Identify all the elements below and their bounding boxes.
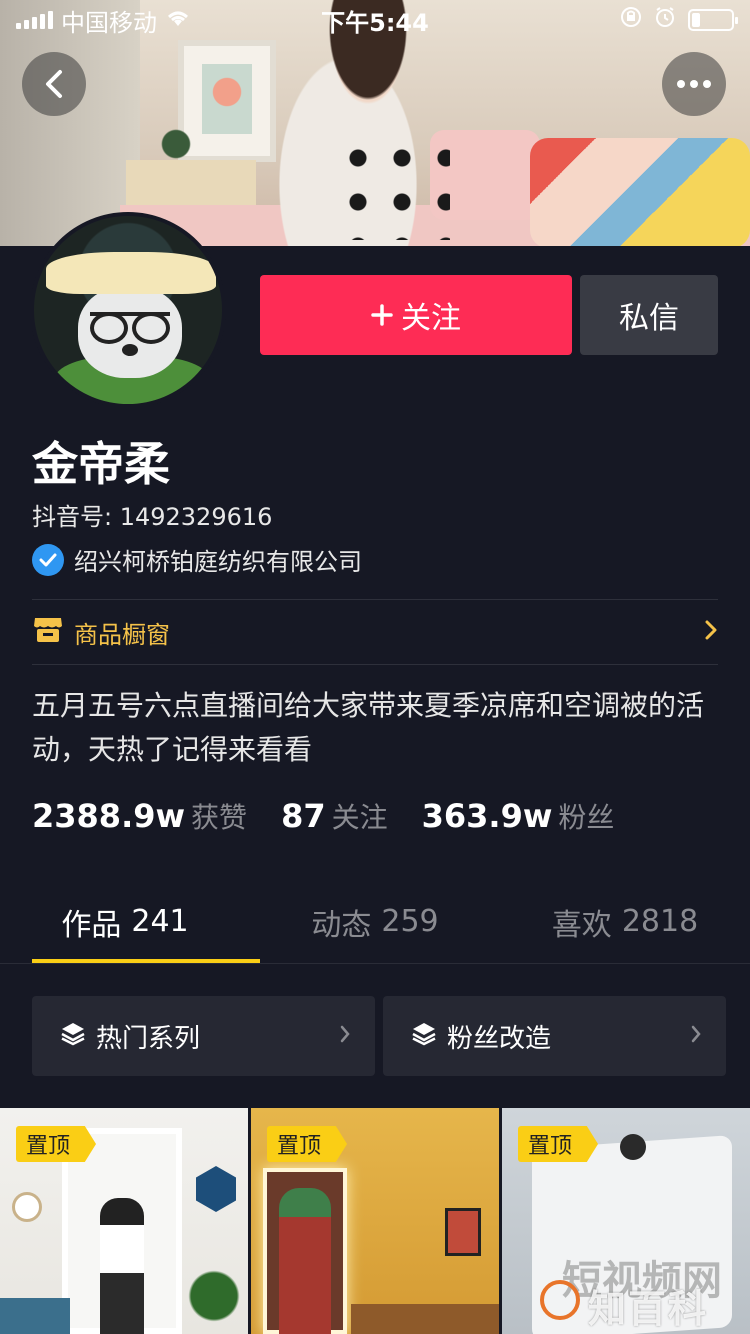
video-grid: 置顶 置顶 置顶 短视频网 知百科	[0, 1108, 750, 1334]
video-thumbnail[interactable]: 置顶	[0, 1108, 248, 1334]
plus-icon	[371, 304, 393, 326]
profile-stats: 2388.9w 获赞 87 关注 363.9w 粉丝	[32, 796, 614, 836]
rotation-lock-icon	[620, 6, 642, 34]
verified-org-name: 绍兴柯桥铂庭纺织有限公司	[74, 548, 362, 576]
back-button[interactable]	[22, 52, 86, 116]
chevron-right-icon	[690, 1021, 702, 1051]
video-thumbnail[interactable]: 置顶	[251, 1108, 499, 1334]
tab-count: 2818	[621, 904, 699, 939]
shop-window-row[interactable]: 商品橱窗	[32, 600, 718, 664]
stat-likes: 2388.9w 获赞	[32, 796, 247, 836]
follow-label: 关注	[401, 301, 461, 336]
chevron-right-icon	[339, 1021, 351, 1051]
tab-label: 作品	[61, 907, 122, 943]
stat-following[interactable]: 87 关注	[281, 796, 388, 836]
shop-window-label: 商品橱窗	[74, 620, 170, 649]
tab-label: 喜欢	[551, 907, 612, 943]
divider	[32, 664, 718, 665]
avatar[interactable]	[30, 212, 226, 408]
profile-name: 金帝柔	[32, 437, 170, 491]
tab-count: 259	[381, 904, 439, 939]
status-bar: 中国移动 下午5:44	[0, 0, 750, 40]
shop-icon	[32, 616, 64, 648]
stat-label: 粉丝	[558, 801, 615, 834]
pinned-badge: 置顶	[518, 1126, 599, 1162]
tab-count: 241	[131, 904, 189, 939]
tab-label: 动态	[311, 907, 372, 943]
alarm-icon	[654, 6, 676, 34]
carrier-label: 中国移动	[61, 8, 157, 37]
battery-icon	[688, 9, 738, 31]
watermark-front-text: 知百科	[588, 1287, 709, 1331]
signal-icon	[16, 11, 53, 29]
more-options-button[interactable]	[662, 52, 726, 116]
tab-activity[interactable]: 动态 259	[250, 880, 500, 963]
stat-value: 363.9w	[421, 797, 553, 835]
chevron-left-icon	[46, 70, 62, 98]
douyin-id: 抖音号: 1492329616	[32, 503, 273, 531]
pinned-badge: 置顶	[267, 1126, 348, 1162]
verified-check-icon	[32, 543, 64, 576]
follow-button[interactable]: 关注	[260, 275, 572, 355]
verified-organization: 绍兴柯桥铂庭纺织有限公司	[32, 542, 362, 577]
series-hot[interactable]: 热门系列	[32, 996, 375, 1076]
profile-bio: 五月五号六点直播间给大家带来夏季凉席和空调被的活动，天热了记得来看看	[32, 689, 705, 766]
pinned-badge: 置顶	[16, 1126, 97, 1162]
video-thumbnail[interactable]: 置顶 短视频网 知百科	[502, 1108, 750, 1334]
stat-value: 2388.9w	[32, 797, 186, 835]
message-button[interactable]: 私信	[580, 275, 718, 355]
series-label: 粉丝改造	[447, 1023, 552, 1054]
layers-icon	[411, 1020, 437, 1053]
wifi-icon	[165, 6, 191, 34]
chevron-right-icon	[704, 619, 718, 645]
status-time: 下午5:44	[321, 8, 429, 37]
tab-works[interactable]: 作品 241	[0, 880, 260, 963]
stat-label: 获赞	[191, 801, 248, 834]
layers-icon	[60, 1020, 86, 1053]
content-tabs: 作品 241 动态 259 喜欢 2818	[0, 880, 750, 964]
tab-likes[interactable]: 喜欢 2818	[500, 880, 750, 963]
series-label: 热门系列	[96, 1023, 201, 1054]
more-dots-icon	[677, 80, 711, 88]
watermark-logo-icon	[540, 1280, 580, 1320]
stat-value: 87	[281, 797, 326, 835]
series-fan-makeover[interactable]: 粉丝改造	[383, 996, 726, 1076]
stat-followers[interactable]: 363.9w 粉丝	[422, 796, 615, 836]
message-label: 私信	[619, 301, 679, 336]
stat-label: 关注	[331, 801, 388, 834]
